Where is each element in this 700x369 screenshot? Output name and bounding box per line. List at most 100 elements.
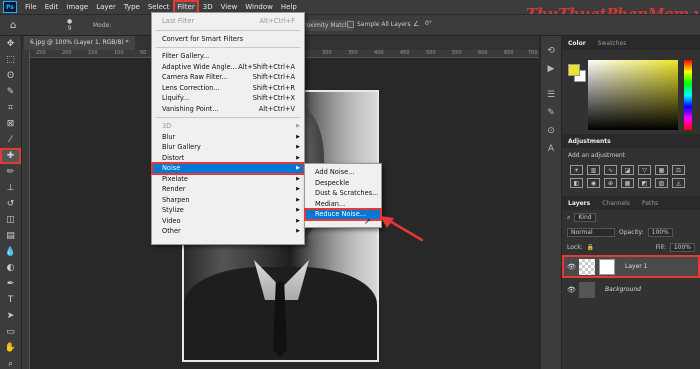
mouse-cursor-icon: ➚: [364, 217, 372, 227]
menu-item-blur-gallery[interactable]: Blur Gallery ▶: [152, 142, 304, 153]
proximity-match-option[interactable]: roximity Match: [300, 20, 353, 31]
foreground-color-swatch[interactable]: [568, 64, 580, 76]
lasso-tool-icon[interactable]: ʘ: [0, 68, 21, 84]
gradient-tool-icon[interactable]: ▤: [0, 228, 21, 244]
menu-type[interactable]: Type: [120, 0, 144, 14]
hand-tool-icon[interactable]: ✋: [0, 340, 21, 356]
menu-image[interactable]: Image: [62, 0, 92, 14]
zoom-tool-icon[interactable]: ⌕: [0, 356, 21, 369]
photoshop-logo: Ps: [3, 1, 17, 13]
frame-tool-icon[interactable]: ⊠: [0, 116, 21, 132]
menu-item-sharpen[interactable]: Sharpen ▶: [152, 195, 304, 206]
tab-adjustments[interactable]: Adjustments: [562, 138, 617, 145]
quick-select-tool-icon[interactable]: ✎: [0, 84, 21, 100]
menu-separator: [156, 47, 300, 48]
submenu-item-median[interactable]: Median...: [305, 199, 381, 210]
actions-icon[interactable]: ▶: [541, 60, 561, 78]
properties-icon[interactable]: ☰: [541, 86, 561, 104]
panel-dock-icons: ⟲ ▶ ☰ ✎ ⊙ A: [540, 36, 562, 369]
brightness-contrast-icon[interactable]: ☀: [570, 165, 583, 175]
clone-stamp-tool-icon[interactable]: ⊥: [0, 180, 21, 196]
menu-item-lens-correction[interactable]: Lens Correction... Shift+Ctrl+R: [152, 83, 304, 94]
character-icon[interactable]: A: [541, 140, 561, 158]
blend-mode-select[interactable]: Normal: [567, 228, 615, 237]
menu-item-stylize[interactable]: Stylize ▶: [152, 205, 304, 216]
home-icon[interactable]: ⌂: [10, 20, 16, 31]
vibrance-icon[interactable]: ▽: [638, 165, 651, 175]
hue-slider[interactable]: [684, 60, 692, 130]
lock-label: Lock:: [567, 244, 583, 251]
eraser-tool-icon[interactable]: ◫: [0, 212, 21, 228]
type-tool-icon[interactable]: T: [0, 292, 21, 308]
opacity-field[interactable]: 100%: [647, 228, 673, 237]
black-white-icon[interactable]: ◧: [570, 178, 583, 188]
visibility-eye-icon[interactable]: 👁: [567, 286, 576, 294]
exposure-icon[interactable]: ◪: [621, 165, 634, 175]
visibility-eye-icon[interactable]: 👁: [567, 263, 576, 271]
submenu-item-dust-scratches[interactable]: Dust & Scratches...: [305, 188, 381, 199]
layer-row-layer1[interactable]: 👁 Layer 1: [562, 255, 700, 278]
eyedropper-tool-icon[interactable]: ⁄: [0, 132, 21, 148]
submenu-item-add-noise[interactable]: Add Noise...: [305, 167, 381, 178]
submenu-arrow-icon: ▶: [296, 228, 300, 235]
tab-layers[interactable]: Layers: [562, 200, 596, 207]
curves-icon[interactable]: ∿: [604, 165, 617, 175]
brush-tool-icon[interactable]: ✏: [0, 164, 21, 180]
menu-item-noise[interactable]: Noise ▶: [151, 162, 305, 175]
path-selection-tool-icon[interactable]: ➤: [0, 308, 21, 324]
tab-channels[interactable]: Channels: [596, 200, 636, 207]
tab-color[interactable]: Color: [562, 40, 592, 47]
brush-settings-icon[interactable]: ✎: [541, 104, 561, 122]
tab-paths[interactable]: Paths: [636, 200, 664, 207]
info-icon[interactable]: ⊙: [541, 122, 561, 140]
levels-icon[interactable]: ▥: [587, 165, 600, 175]
menu-item-liquify[interactable]: Liquify... Shift+Ctrl+X: [152, 93, 304, 104]
lock-icon[interactable]: 🔒: [587, 244, 594, 251]
menu-item-video[interactable]: Video ▶: [152, 216, 304, 227]
layer-mask-thumbnail[interactable]: [599, 258, 615, 275]
menu-item-pixelate[interactable]: Pixelate ▶: [152, 174, 304, 185]
color-lookup-icon[interactable]: ▦: [621, 178, 634, 188]
dodge-tool-icon[interactable]: ◐: [0, 260, 21, 276]
marquee-tool-icon[interactable]: ⬚: [0, 52, 21, 68]
submenu-arrow-icon: ▶: [296, 186, 300, 193]
pen-tool-icon[interactable]: ✒: [0, 276, 21, 292]
menu-item-distort[interactable]: Distort ▶: [152, 153, 304, 164]
color-picker-field[interactable]: [588, 60, 678, 130]
move-tool-icon[interactable]: ✥: [0, 36, 21, 52]
channel-mixer-icon[interactable]: ⊕: [604, 178, 617, 188]
menu-item-adaptive-wide-angle[interactable]: Adaptive Wide Angle... Alt+Shift+Ctrl+A: [152, 62, 304, 73]
invert-icon[interactable]: ◩: [638, 178, 651, 188]
document-tab[interactable]: 6.jpg @ 100% (Layer 1, RGB/8) *: [24, 36, 135, 50]
crop-tool-icon[interactable]: ⌗: [0, 100, 21, 116]
brush-preset-picker[interactable]: ● 9: [67, 18, 72, 32]
photo-filter-icon[interactable]: ◉: [587, 178, 600, 188]
menu-item-camera-raw[interactable]: Camera Raw Filter... Shift+Ctrl+A: [152, 72, 304, 83]
menu-layer[interactable]: Layer: [92, 0, 120, 14]
search-icon: ⌕: [567, 213, 571, 221]
layer-row-background[interactable]: 👁 Background: [562, 278, 700, 301]
fill-field[interactable]: 100%: [669, 243, 695, 252]
blur-tool-icon[interactable]: 💧: [0, 244, 21, 260]
rectangle-tool-icon[interactable]: ▭: [0, 324, 21, 340]
menu-item-filter-gallery[interactable]: Filter Gallery...: [152, 51, 304, 62]
color-balance-icon[interactable]: ⚖: [672, 165, 685, 175]
submenu-item-despeckle[interactable]: Despeckle: [305, 178, 381, 189]
history-brush-tool-icon[interactable]: ↺: [0, 196, 21, 212]
sample-all-layers-checkbox[interactable]: Sample All Layers: [347, 21, 411, 28]
menu-item-convert-smart-filters[interactable]: Convert for Smart Filters: [152, 34, 304, 45]
posterize-icon[interactable]: ▨: [655, 178, 668, 188]
kind-filter-select[interactable]: Kind: [574, 213, 596, 222]
healing-brush-tool-icon[interactable]: ✚: [0, 148, 21, 164]
history-icon[interactable]: ⟲: [541, 42, 561, 60]
menu-item-other[interactable]: Other ▶: [152, 226, 304, 237]
menu-item-blur[interactable]: Blur ▶: [152, 132, 304, 143]
menu-item-vanishing-point[interactable]: Vanishing Point... Alt+Ctrl+V: [152, 104, 304, 115]
threshold-icon[interactable]: ◬: [672, 178, 685, 188]
hue-saturation-icon[interactable]: ▦: [655, 165, 668, 175]
menu-edit[interactable]: Edit: [41, 0, 63, 14]
menu-item-render[interactable]: Render ▶: [152, 184, 304, 195]
angle-field[interactable]: 0°: [425, 20, 432, 27]
tab-swatches[interactable]: Swatches: [592, 40, 633, 47]
menu-file[interactable]: File: [21, 0, 41, 14]
